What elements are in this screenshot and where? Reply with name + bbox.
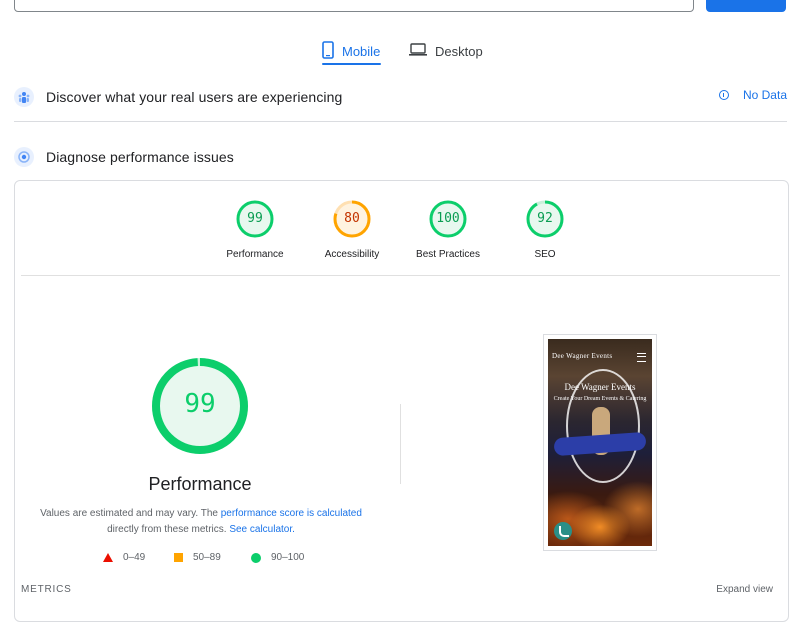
legend-range: 50–89 (193, 552, 221, 563)
legend-range: 90–100 (271, 552, 305, 563)
no-data-status[interactable]: No Data (718, 88, 787, 102)
lab-data-title: Diagnose performance issues (46, 149, 234, 165)
gauge-label: Best Practices (416, 249, 480, 260)
diagnose-icon (14, 147, 34, 167)
triangle-icon (103, 553, 113, 562)
gauge-label: Accessibility (324, 249, 380, 260)
users-icon (14, 87, 34, 107)
gauge-performance[interactable]: 99 Performance (205, 199, 305, 260)
url-input[interactable] (14, 0, 694, 12)
circle-icon (251, 552, 261, 563)
gauge-score: 92 (537, 211, 553, 226)
gauge-score: 100 (436, 211, 460, 226)
tab-mobile[interactable]: Mobile (322, 36, 380, 66)
phone-call-icon (554, 522, 572, 540)
screenshot-brand: Dee Wagner Events (552, 352, 613, 360)
smartphone-icon (322, 40, 334, 62)
section-divider (14, 121, 787, 122)
tab-mobile-label: Mobile (342, 43, 381, 59)
expand-view-button[interactable]: Expand view (716, 584, 773, 595)
hamburger-menu-icon (637, 353, 646, 362)
final-screenshot: Dee Wagner Events Dee Wagner Events Crea… (543, 334, 657, 551)
gauge-label: SEO (534, 249, 556, 260)
performance-title: Performance (148, 474, 252, 494)
field-data-title: Discover what your real users are experi… (46, 89, 343, 105)
metrics-heading: METRICS (21, 584, 72, 595)
tab-desktop[interactable]: Desktop (409, 36, 483, 66)
square-icon (174, 553, 183, 562)
card-divider (21, 275, 780, 276)
performance-gauge-large: 99 (150, 356, 250, 456)
analyze-button[interactable] (706, 0, 786, 12)
performance-explanation: Values are estimated and may vary. The p… (40, 506, 362, 538)
screenshot-subtitle: Create Your Dream Events & Catering (553, 396, 647, 402)
gauge-score: 80 (344, 211, 360, 226)
no-data-label: No Data (742, 88, 787, 102)
see-calculator-link[interactable]: See calculator. (229, 524, 295, 535)
gauge-accessibility[interactable]: 80 Accessibility (302, 199, 402, 260)
legend-pass: 90–100 (251, 552, 304, 563)
tab-desktop-label: Desktop (435, 43, 483, 59)
screenshot-title: Dee Wagner Events (564, 382, 636, 392)
vertical-divider (400, 404, 401, 484)
gauge-seo[interactable]: 92 SEO (495, 199, 595, 260)
gauge-score: 99 (247, 211, 263, 226)
legend-fail: 0–49 (103, 552, 145, 563)
performance-score: 99 (184, 389, 216, 419)
gauge-best-practices[interactable]: 100 Best Practices (398, 199, 498, 260)
lab-data-section: Diagnose performance issues (14, 145, 787, 169)
screenshot-image: Dee Wagner Events Dee Wagner Events Crea… (548, 339, 652, 546)
explain-text: directly from these metrics. (107, 524, 230, 535)
field-data-section: Discover what your real users are experi… (14, 85, 787, 109)
legend-average: 50–89 (174, 552, 221, 563)
info-icon (718, 90, 729, 100)
gauge-label: Performance (226, 249, 284, 260)
legend-range: 0–49 (123, 552, 146, 563)
active-tab-indicator (322, 63, 381, 65)
laptop-icon (409, 42, 427, 60)
score-calculated-link[interactable]: performance score is calculated (221, 508, 362, 519)
explain-text: Values are estimated and may vary. The (40, 508, 221, 519)
